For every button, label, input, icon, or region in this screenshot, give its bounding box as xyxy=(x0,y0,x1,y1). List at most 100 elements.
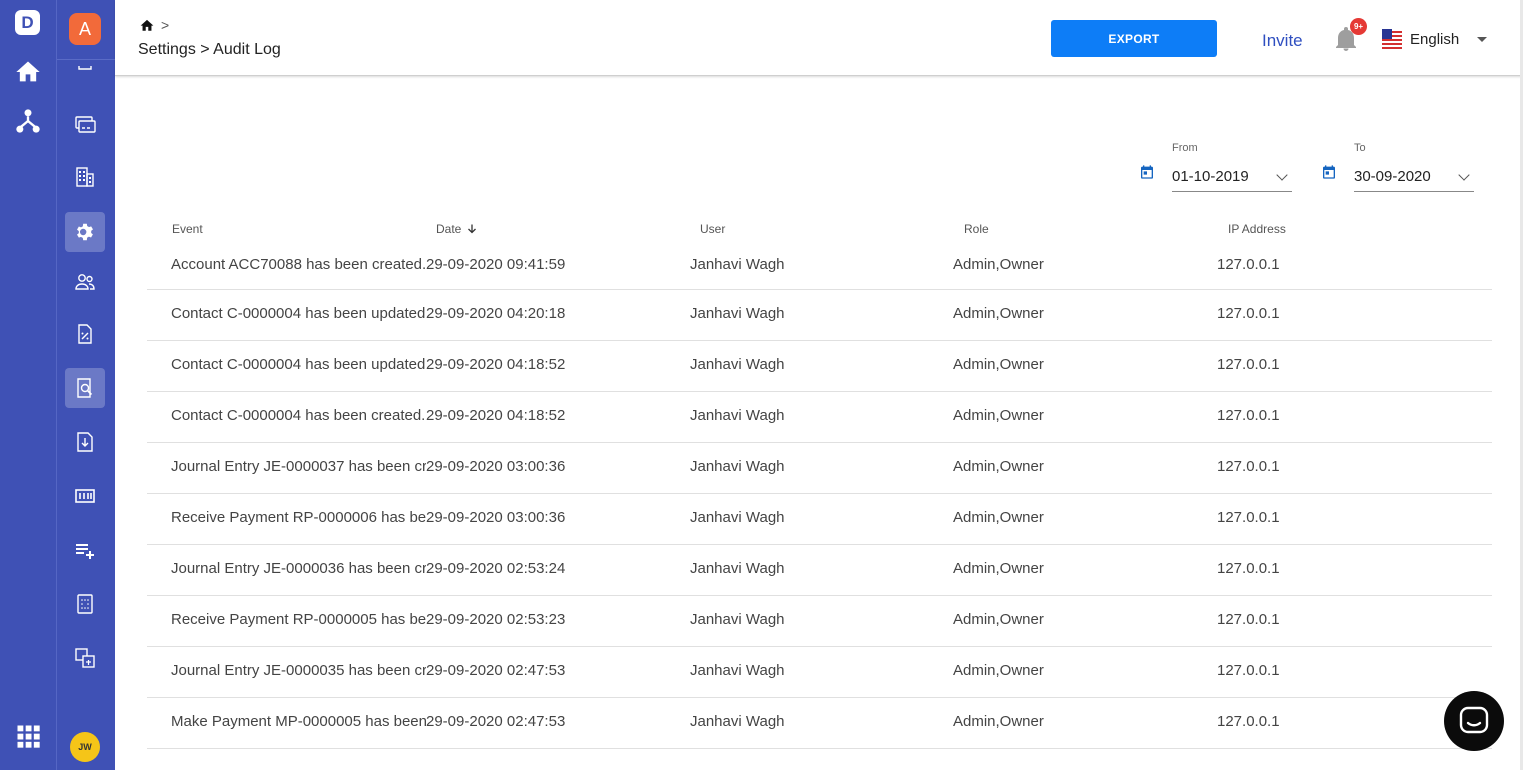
calendar-icon[interactable] xyxy=(1321,164,1337,180)
event-cell: Receive Payment RP-0000005 has bee xyxy=(171,611,426,628)
date-cell: 29-09-2020 02:53:23 xyxy=(426,611,566,628)
column-header-event[interactable]: Event xyxy=(172,222,203,236)
table-row[interactable]: Receive Payment RP-0000005 has bee 29-09-… xyxy=(147,596,1492,647)
event-cell: Contact C-0000004 has been updated xyxy=(171,305,426,322)
calendar-icon[interactable] xyxy=(1139,164,1155,180)
sidebar-item-payments[interactable] xyxy=(65,104,105,144)
user-cell: Janhavi Wagh xyxy=(690,611,785,628)
sidebar: A JW xyxy=(56,0,116,770)
org-chart-icon[interactable] xyxy=(14,107,42,135)
role-cell: Admin,Owner xyxy=(953,407,1044,424)
home-breadcrumb-icon[interactable] xyxy=(139,18,155,32)
user-cell: Janhavi Wagh xyxy=(690,662,785,679)
date-cell: 29-09-2020 04:18:52 xyxy=(426,356,566,373)
sidebar-item-audit-log[interactable] xyxy=(65,368,105,408)
user-cell: Janhavi Wagh xyxy=(690,713,785,730)
ip-address-cell: 127.0.0.1 xyxy=(1217,662,1280,679)
table-row[interactable]: Journal Entry JE-0000036 has been cre 29-… xyxy=(147,545,1492,596)
user-cell: Janhavi Wagh xyxy=(690,560,785,577)
date-cell: 29-09-2020 03:00:36 xyxy=(426,458,566,475)
percent-document-icon xyxy=(78,324,92,344)
app-logo[interactable]: D xyxy=(15,10,40,35)
sidebar-item-import[interactable] xyxy=(65,422,105,462)
audit-search-icon xyxy=(77,378,93,398)
sidebar-item-settings[interactable] xyxy=(65,212,105,252)
sidebar-item-templates[interactable] xyxy=(65,584,105,624)
chevron-down-icon[interactable] xyxy=(1276,169,1288,181)
date-cell: 29-09-2020 03:00:36 xyxy=(426,509,566,526)
download-document-icon xyxy=(77,432,93,452)
table-row[interactable]: Contact C-0000004 has been created. 29-09… xyxy=(147,392,1492,443)
event-cell: Contact C-0000004 has been updated xyxy=(171,356,426,373)
breadcrumb: > xyxy=(139,17,169,33)
company-avatar[interactable]: A xyxy=(69,13,101,45)
language-selector[interactable]: English xyxy=(1382,29,1459,49)
language-dropdown-caret-icon[interactable] xyxy=(1477,37,1487,42)
role-cell: Admin,Owner xyxy=(953,713,1044,730)
event-cell: Journal Entry JE-0000036 has been cre xyxy=(171,560,426,577)
event-cell: Make Payment MP-0000005 has been xyxy=(171,713,426,730)
date-cell: 29-09-2020 04:20:18 xyxy=(426,305,566,322)
column-header-ip[interactable]: IP Address xyxy=(1228,222,1286,236)
sidebar-item-company[interactable] xyxy=(65,157,105,197)
ip-address-cell: 127.0.0.1 xyxy=(1217,560,1280,577)
table-row[interactable]: Receive Payment RP-0000006 has bee 29-09-… xyxy=(147,494,1492,545)
home-icon[interactable] xyxy=(14,58,42,86)
page-title: Settings > Audit Log xyxy=(138,41,281,58)
ip-address-cell: 127.0.0.1 xyxy=(1217,458,1280,475)
notification-badge: 9+ xyxy=(1350,18,1367,35)
table-row[interactable]: Contact C-0000004 has been updated 29-09-… xyxy=(147,341,1492,392)
chevron-down-icon[interactable] xyxy=(1458,169,1470,181)
ip-address-cell: 127.0.0.1 xyxy=(1217,356,1280,373)
breadcrumb-separator: > xyxy=(161,17,170,33)
table-row[interactable]: Journal Entry JE-0000035 has been cre 29-… xyxy=(147,647,1492,698)
to-date-input[interactable]: 30-09-2020 xyxy=(1354,166,1474,192)
role-cell: Admin,Owner xyxy=(953,509,1044,526)
counter-icon xyxy=(75,489,95,503)
role-cell: Admin,Owner xyxy=(953,458,1044,475)
invite-link[interactable]: Invite xyxy=(1262,31,1303,51)
sidebar-item-translate[interactable] xyxy=(65,638,105,678)
column-header-role[interactable]: Role xyxy=(964,222,989,236)
date-cell: 29-09-2020 09:41:59 xyxy=(426,256,566,273)
date-cell: 29-09-2020 04:18:52 xyxy=(426,407,566,424)
apps-grid-icon[interactable] xyxy=(14,722,42,750)
table-row[interactable]: Make Payment MP-0000005 has been 29-09-20… xyxy=(147,698,1492,749)
language-label: English xyxy=(1410,30,1460,48)
event-cell: Receive Payment RP-0000006 has bee xyxy=(171,509,426,526)
event-cell: Journal Entry JE-0000037 has been cre xyxy=(171,458,426,475)
table-row[interactable]: Contact C-0000004 has been updated 29-09-… xyxy=(147,290,1492,341)
sidebar-item-custom-fields[interactable] xyxy=(65,530,105,570)
to-date-label: To xyxy=(1354,142,1366,154)
playlist-add-icon xyxy=(76,544,94,559)
sidebar-item-numbering[interactable] xyxy=(65,476,105,516)
from-date-input[interactable]: 01-10-2019 xyxy=(1172,166,1292,192)
table-row[interactable]: Account ACC70088 has been created. 29-09-… xyxy=(147,240,1492,290)
event-cell: Contact C-0000004 has been created. xyxy=(171,407,426,424)
table-row[interactable]: Journal Entry JE-0000037 has been cre 29-… xyxy=(147,443,1492,494)
ip-address-cell: 127.0.0.1 xyxy=(1217,509,1280,526)
users-icon xyxy=(75,274,95,290)
user-cell: Janhavi Wagh xyxy=(690,356,785,373)
user-avatar[interactable]: JW xyxy=(70,732,100,762)
user-cell: Janhavi Wagh xyxy=(690,256,785,273)
sidebar-item-partial-icon[interactable] xyxy=(65,58,105,82)
ip-address-cell: 127.0.0.1 xyxy=(1217,305,1280,322)
role-cell: Admin,Owner xyxy=(953,560,1044,577)
sidebar-item-tax[interactable] xyxy=(65,314,105,354)
from-date-label: From xyxy=(1172,142,1198,154)
sort-arrow-down-icon[interactable] xyxy=(466,223,478,235)
cards-icon xyxy=(75,116,96,133)
user-cell: Janhavi Wagh xyxy=(690,407,785,424)
column-header-date[interactable]: Date xyxy=(436,222,478,236)
sidebar-item-users[interactable] xyxy=(65,262,105,302)
top-header: > Settings > Audit Log EXPORT Invite 9+ … xyxy=(115,0,1523,76)
role-cell: Admin,Owner xyxy=(953,256,1044,273)
export-button[interactable]: EXPORT xyxy=(1051,20,1217,57)
column-header-user[interactable]: User xyxy=(700,222,725,236)
building-icon xyxy=(76,167,94,187)
role-cell: Admin,Owner xyxy=(953,356,1044,373)
app-rail: D xyxy=(0,0,56,770)
chat-launcher-button[interactable] xyxy=(1444,691,1504,751)
dotted-document-icon xyxy=(77,594,93,614)
